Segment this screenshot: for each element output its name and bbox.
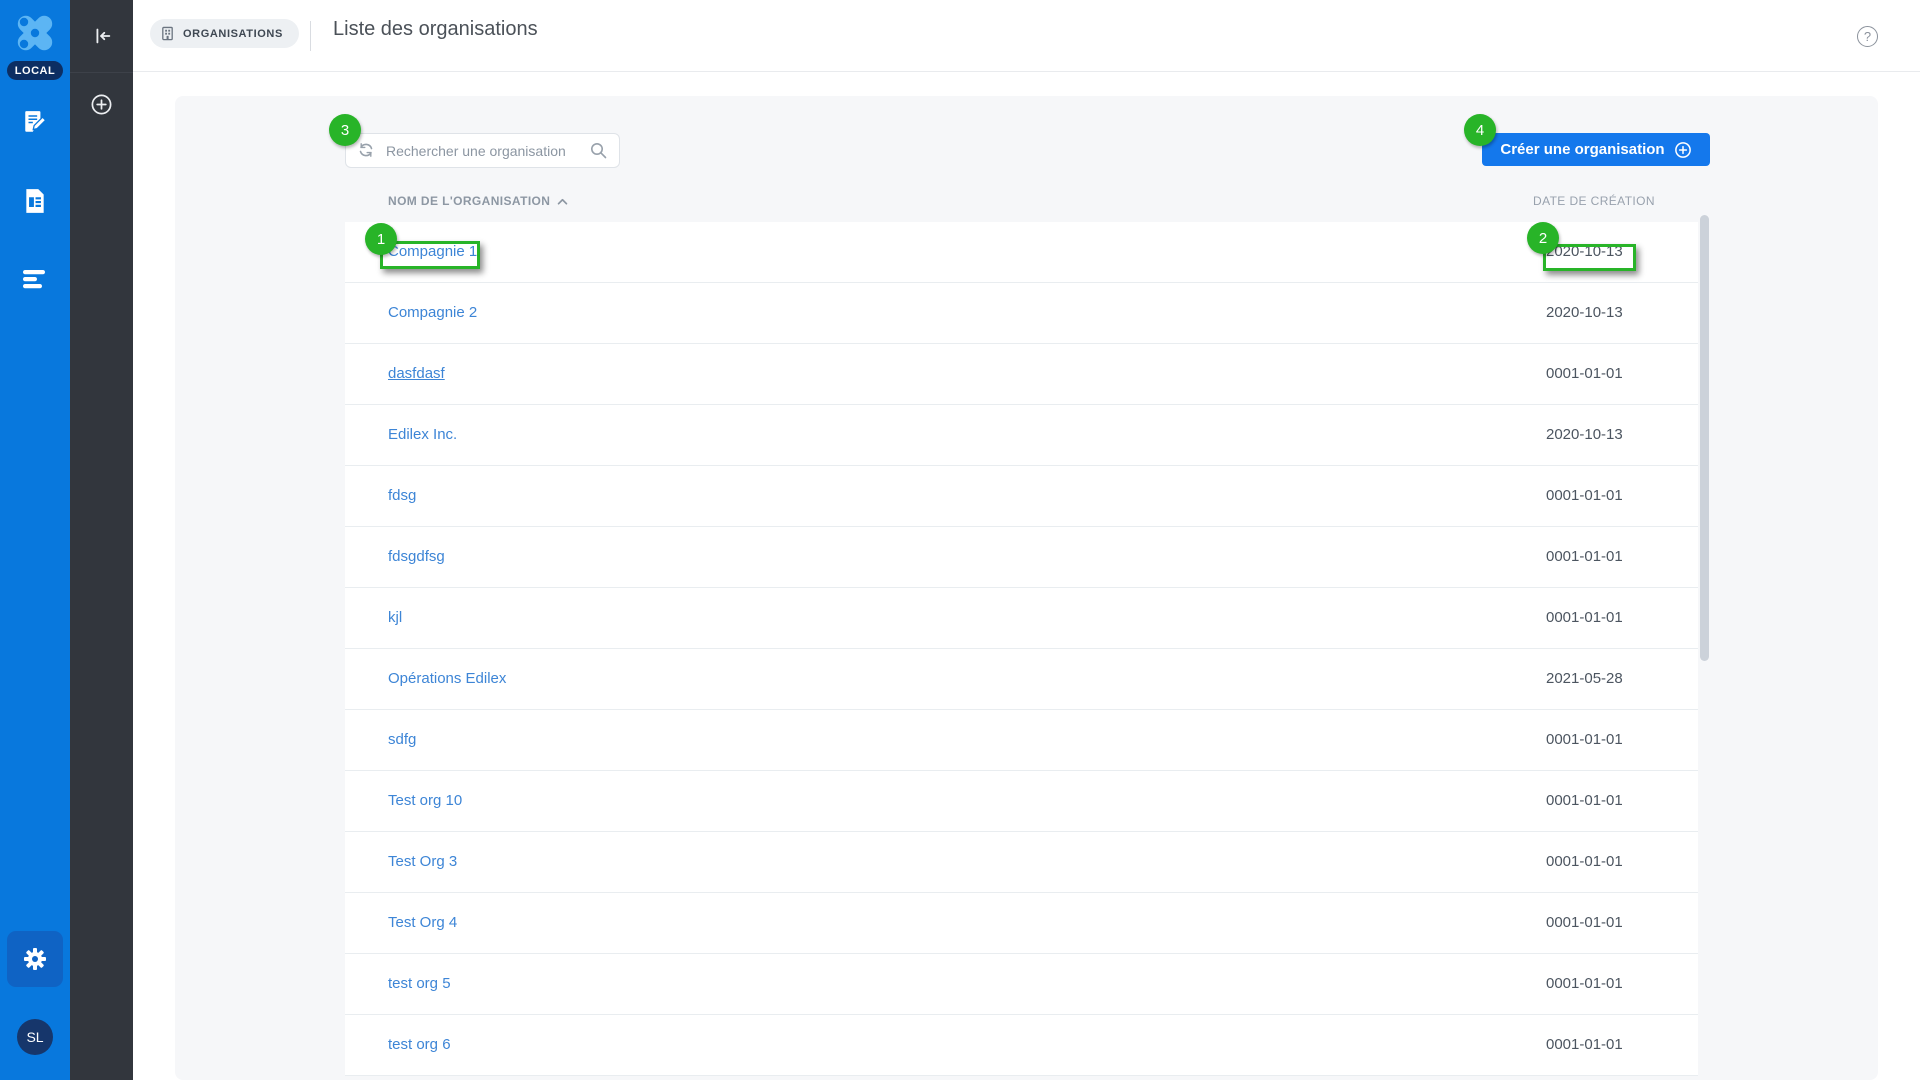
secondary-sidebar [70,0,133,1080]
org-date: 0001-01-01 [1546,487,1623,504]
sidebar-divider [70,72,133,73]
table-row: sdfg 0001-01-01 [345,710,1698,771]
org-link[interactable]: kjl [388,609,402,626]
add-button[interactable] [70,80,133,128]
table-row: test org 5 0001-01-01 [345,954,1698,1015]
org-link[interactable]: fdsgdfsg [388,548,445,565]
refresh-icon [359,143,373,157]
org-date: 0001-01-01 [1546,792,1623,809]
annotation-marker-1: 1 [365,223,397,255]
table-row: kjl 0001-01-01 [345,588,1698,649]
sidebar-item-clauses[interactable] [0,259,70,299]
search-input[interactable] [345,133,620,168]
create-organisation-label: Créer une organisation [1500,141,1665,158]
org-link[interactable]: Test Org 3 [388,853,457,870]
search-icon [591,143,607,159]
collapse-sidebar-icon [96,28,110,44]
org-link[interactable]: fdsg [388,487,416,504]
org-date: 0001-01-01 [1546,914,1623,931]
help-button[interactable]: ? [1857,24,1881,48]
column-header-name-label: NOM DE L'ORGANISATION [388,194,551,208]
annotation-marker-2: 2 [1527,222,1559,254]
org-link[interactable]: Opérations Edilex [388,670,506,687]
org-link[interactable]: test org 5 [388,975,451,992]
environment-badge: LOCAL [7,61,63,80]
table-row: dasfdasf 0001-01-01 [345,344,1698,405]
org-link[interactable]: test org 6 [388,1036,451,1053]
help-icon: ? [1857,25,1878,47]
table-row: Compagnie 2 2020-10-13 [345,283,1698,344]
table-row: fdsg 0001-01-01 [345,466,1698,527]
page-title: Liste des organisations [333,18,538,40]
breadcrumb[interactable]: ORGANISATIONS [150,19,299,48]
plus-circle-icon [91,94,112,114]
search-box [345,133,620,168]
list-icon [23,270,45,289]
document-icon [26,189,44,213]
org-date: 0001-01-01 [1546,365,1623,382]
org-link[interactable]: Test Org 4 [388,914,457,931]
table-row: Test org 10 0001-01-01 [345,771,1698,832]
annotation-box-2 [1543,244,1636,271]
sort-asc-icon [558,198,568,205]
org-date: 0001-01-01 [1546,853,1623,870]
column-header-date[interactable]: DATE DE CRÉATION [1533,186,1655,216]
org-date: 2020-10-13 [1546,426,1623,443]
org-date: 0001-01-01 [1546,731,1623,748]
table-header: NOM DE L'ORGANISATION DATE DE CRÉATION [345,186,1698,216]
gear-icon [24,948,46,970]
annotation-marker-3: 3 [329,114,361,146]
app-root: LOCAL SL ORGANISATIONS Liste des organis… [0,0,1920,1080]
annotation-marker-4: 4 [1464,114,1496,146]
org-date: 0001-01-01 [1546,548,1623,565]
org-date: 0001-01-01 [1546,1036,1623,1053]
table-row: Test Org 3 0001-01-01 [345,832,1698,893]
sidebar-item-documents[interactable] [0,181,70,221]
primary-sidebar: LOCAL SL [0,0,70,1080]
title-divider [310,21,311,51]
organisations-table: Compagnie 1 2020-10-13 Compagnie 2 2020-… [345,222,1698,1076]
document-edit-icon [25,111,47,132]
org-date: 2021-05-28 [1546,670,1623,687]
sidebar-item-contracts[interactable] [0,102,70,142]
plus-circle-icon [1674,141,1691,158]
org-link[interactable]: Edilex Inc. [388,426,457,443]
create-organisation-button[interactable]: Créer une organisation [1482,133,1710,166]
org-link[interactable]: dasfdasf [388,365,445,382]
column-header-name[interactable]: NOM DE L'ORGANISATION [388,186,568,216]
brand-logo-icon [17,15,53,51]
settings-button[interactable] [7,931,63,987]
org-date: 2020-10-13 [1546,304,1623,321]
building-icon [162,26,173,41]
table-scrollbar-thumb[interactable] [1700,215,1709,661]
org-link[interactable]: Test org 10 [388,792,462,809]
table-row: Test Org 4 0001-01-01 [345,893,1698,954]
breadcrumb-label: ORGANISATIONS [183,27,283,40]
collapse-sidebar-button[interactable] [70,12,133,60]
org-link[interactable]: sdfg [388,731,416,748]
table-row: Opérations Edilex 2021-05-28 [345,649,1698,710]
org-link[interactable]: Compagnie 2 [388,304,477,321]
table-row: Edilex Inc. 2020-10-13 [345,405,1698,466]
table-row: test org 6 0001-01-01 [345,1015,1698,1076]
table-row: Compagnie 1 2020-10-13 [345,222,1698,283]
org-date: 0001-01-01 [1546,975,1623,992]
org-date: 0001-01-01 [1546,609,1623,626]
table-row: fdsgdfsg 0001-01-01 [345,527,1698,588]
avatar[interactable]: SL [17,1019,53,1055]
